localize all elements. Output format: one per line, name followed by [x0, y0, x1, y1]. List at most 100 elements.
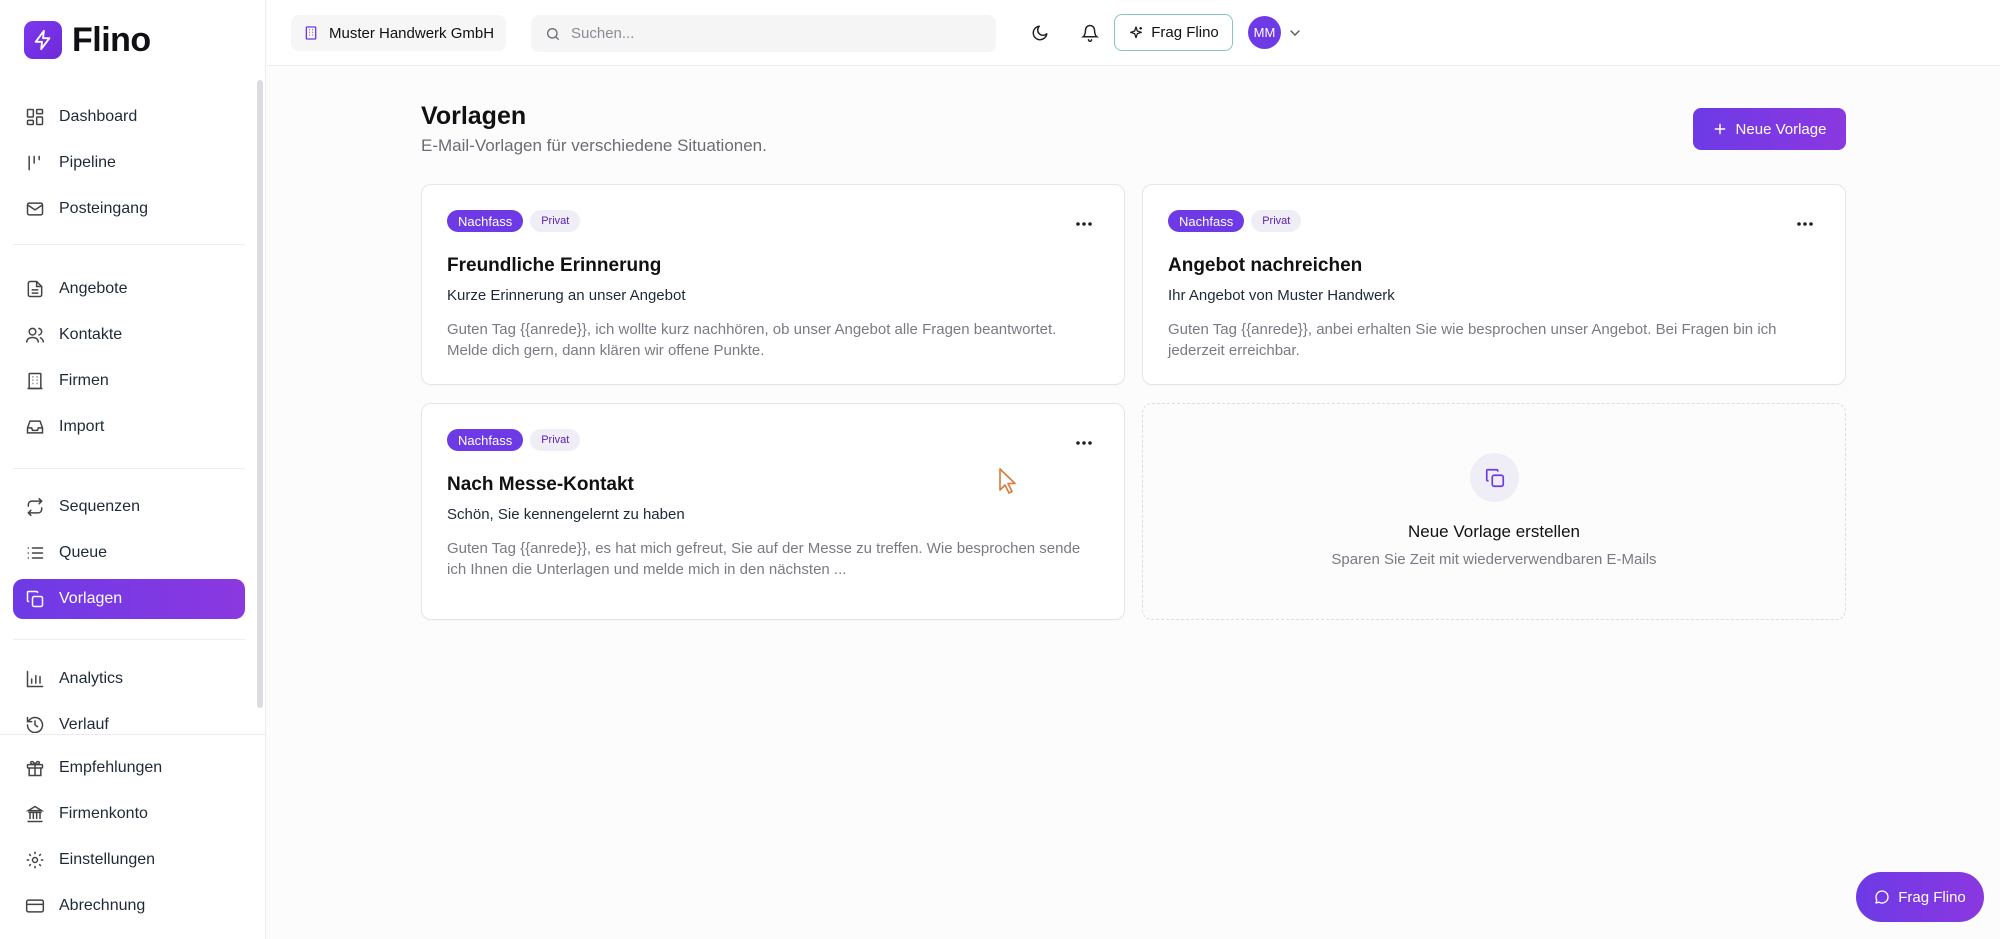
- sidebar-item-posteingang[interactable]: Posteingang: [13, 189, 245, 229]
- mail-icon: [26, 202, 44, 216]
- ask-flino-fab[interactable]: Frag Flino: [1856, 872, 1984, 922]
- sidebar-item-label: Analytics: [59, 670, 124, 687]
- template-preview: Guten Tag {{anrede}}, es hat mich gefreu…: [447, 540, 1081, 578]
- template-title: Freundliche Erinnerung: [447, 255, 662, 276]
- chevron-down-icon[interactable]: [1287, 25, 1303, 41]
- users-icon: [25, 327, 45, 343]
- sidebar-item-einstellungen[interactable]: Einstellungen: [13, 840, 245, 880]
- category-badge: Nachfass: [447, 210, 524, 232]
- sidebar-scrollbar[interactable]: [257, 80, 263, 708]
- visibility-badge: Privat: [530, 210, 581, 232]
- sidebar-item-label: Abrechnung: [59, 897, 146, 914]
- sidebar-item-vorlagen[interactable]: Vorlagen: [13, 579, 245, 619]
- template-title: Nach Messe-Kontakt: [447, 474, 634, 495]
- lightning-icon: [24, 21, 62, 59]
- ask-flino-fab-label: Frag Flino: [1898, 888, 1966, 906]
- create-template-title: Neue Vorlage erstellen: [1407, 522, 1580, 541]
- ask-flino-button[interactable]: Frag Flino: [1114, 14, 1233, 51]
- brand-name: Flino: [72, 20, 151, 59]
- sidebar-item-label: Sequenzen: [59, 498, 140, 515]
- sidebar-item-sequenzen[interactable]: Sequenzen: [13, 487, 245, 527]
- plus-icon: [1714, 123, 1725, 135]
- building-icon: [27, 372, 43, 390]
- inbox-icon: [26, 420, 44, 434]
- search-bar[interactable]: [531, 15, 996, 52]
- template-preview: Guten Tag {{anrede}}, ich wollte kurz na…: [447, 321, 1057, 359]
- grid-icon: [26, 108, 44, 126]
- more-icon[interactable]: [1074, 221, 1094, 227]
- template-subject: Ihr Angebot von Muster Handwerk: [1168, 287, 1395, 304]
- document-icon: [27, 280, 43, 298]
- notifications-button[interactable]: [1074, 17, 1106, 49]
- sidebar-item-label: Einstellungen: [59, 851, 156, 868]
- ask-flino-label: Frag Flino: [1151, 24, 1219, 41]
- category-badge: Nachfass: [1168, 210, 1245, 232]
- category-badge: Nachfass: [447, 429, 524, 451]
- sidebar-item-label: Kontakte: [59, 326, 123, 343]
- sidebar-item-kontakte[interactable]: Kontakte: [13, 315, 245, 355]
- visibility-badge: Privat: [530, 429, 581, 451]
- cursor-icon: [999, 468, 1016, 494]
- visibility-badge: Privat: [1251, 210, 1302, 232]
- template-title: Angebot nachreichen: [1168, 255, 1363, 276]
- sidebar-item-label: Pipeline: [59, 154, 116, 171]
- more-icon[interactable]: [1795, 221, 1815, 227]
- sidebar-item-label: Verlauf: [59, 716, 109, 733]
- sidebar-item-empfehlungen[interactable]: Empfehlungen: [13, 748, 245, 788]
- sidebar-nav: Dashboard Pipeline Posteingang Angebote …: [0, 80, 266, 733]
- template-subject: Kurze Erinnerung an unser Angebot: [447, 287, 686, 304]
- sidebar-item-queue[interactable]: Queue: [13, 533, 245, 573]
- template-preview: Guten Tag {{anrede}}, anbei erhalten Sie…: [1168, 321, 1777, 359]
- sidebar-item-label: Firmen: [59, 372, 109, 389]
- company-name: Muster Handwerk GmbH: [329, 24, 495, 42]
- topbar: Muster Handwerk GmbH Frag Flino MM: [267, 0, 2000, 66]
- moon-icon: [1032, 25, 1048, 41]
- sidebar-item-angebote[interactable]: Angebote: [13, 269, 245, 309]
- nav-divider: [13, 468, 245, 469]
- nav-divider: [13, 244, 245, 245]
- sidebar-item-label: Dashboard: [59, 108, 138, 125]
- create-template-subtitle: Sparen Sie Zeit mit wiederverwendbaren E…: [1331, 551, 1657, 568]
- chat-icon: [1875, 890, 1889, 904]
- more-icon[interactable]: [1074, 440, 1094, 446]
- new-template-button[interactable]: Neue Vorlage: [1693, 108, 1846, 150]
- sidebar: Flino Dashboard Pipeline Posteingang Ang…: [0, 0, 266, 939]
- list-icon: [27, 547, 44, 559]
- search-icon: [547, 27, 559, 40]
- sidebar-item-firmenkonto[interactable]: Firmenkonto: [13, 794, 245, 834]
- credit-card-icon: [25, 899, 45, 913]
- nav-divider: [13, 639, 245, 640]
- sidebar-item-pipeline[interactable]: Pipeline: [13, 143, 245, 183]
- sidebar-item-label: Vorlagen: [59, 590, 123, 607]
- search-input[interactable]: [571, 25, 971, 42]
- bell-icon: [1081, 24, 1099, 42]
- page-subtitle: E-Mail-Vorlagen für verschiedene Situati…: [421, 136, 767, 155]
- company-switcher[interactable]: Muster Handwerk GmbH: [291, 15, 507, 51]
- template-card[interactable]: Nachfass Privat Angebot nachreichen Ihr …: [1142, 184, 1846, 385]
- sparkles-icon: [1130, 25, 1143, 38]
- sidebar-bottom-nav: Empfehlungen Firmenkonto Einstellungen A…: [0, 734, 266, 939]
- create-template-card[interactable]: Neue Vorlage erstellen Sparen Sie Zeit m…: [1142, 403, 1846, 620]
- template-card[interactable]: Nachfass Privat Freundliche Erinnerung K…: [421, 184, 1125, 385]
- sidebar-item-label: Empfehlungen: [59, 759, 163, 776]
- gift-icon: [26, 760, 44, 777]
- sidebar-item-label: Import: [59, 418, 105, 435]
- page-title: Vorlagen: [421, 102, 527, 130]
- avatar[interactable]: MM: [1248, 16, 1281, 49]
- history-icon: [26, 716, 44, 733]
- sidebar-item-label: Posteingang: [59, 200, 148, 217]
- sidebar-item-firmen[interactable]: Firmen: [13, 361, 245, 401]
- sidebar-item-label: Firmenkonto: [59, 805, 148, 822]
- sidebar-item-verlauf[interactable]: Verlauf: [13, 705, 245, 733]
- pipeline-icon: [28, 155, 40, 171]
- template-card[interactable]: Nachfass Privat Nach Messe-Kontakt Schön…: [421, 403, 1125, 620]
- copy-icon: [26, 590, 44, 608]
- sidebar-item-dashboard[interactable]: Dashboard: [13, 97, 245, 137]
- sidebar-item-analytics[interactable]: Analytics: [13, 659, 245, 699]
- logo[interactable]: Flino: [24, 20, 151, 60]
- theme-toggle-button[interactable]: [1024, 17, 1056, 49]
- sidebar-item-import[interactable]: Import: [13, 407, 245, 447]
- sidebar-item-label: Angebote: [59, 280, 128, 297]
- template-subject: Schön, Sie kennengelernt zu haben: [447, 506, 685, 523]
- sidebar-item-abrechnung[interactable]: Abrechnung: [13, 886, 245, 926]
